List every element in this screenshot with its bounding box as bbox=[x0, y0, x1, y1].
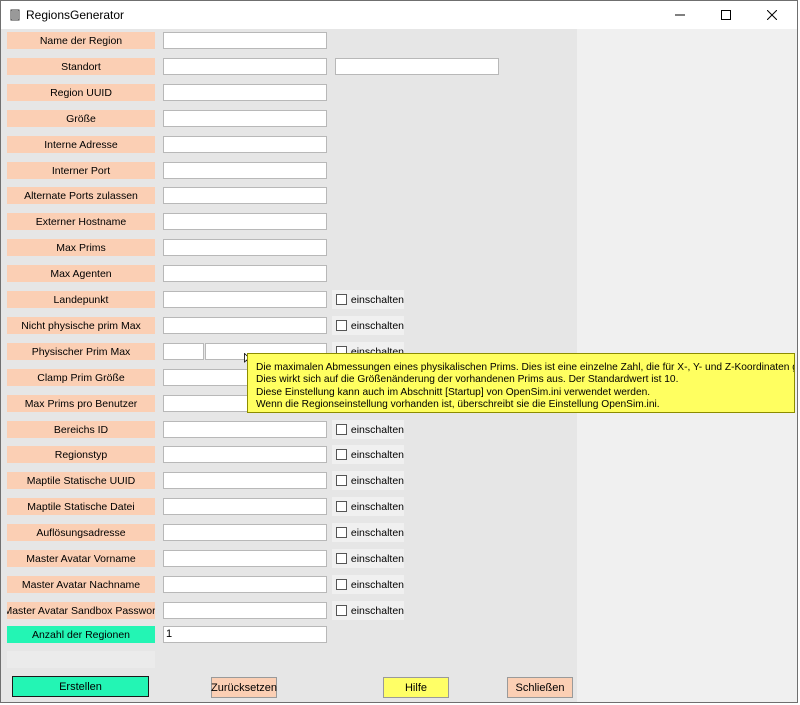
field-input-secondary[interactable] bbox=[335, 58, 499, 75]
checkbox-label: einschalten bbox=[350, 552, 404, 565]
enable-checkbox[interactable]: einschalten bbox=[332, 497, 404, 516]
enable-checkbox[interactable]: einschalten bbox=[332, 420, 404, 439]
field-label: Region UUID bbox=[7, 84, 155, 101]
checkbox-label: einschalten bbox=[350, 423, 404, 436]
field-label: Regionstyp bbox=[7, 446, 155, 463]
region-count-label: Anzahl der Regionen bbox=[7, 626, 155, 643]
field-input[interactable] bbox=[163, 421, 327, 438]
field-label: Maptile Statische Datei bbox=[7, 498, 155, 515]
maximize-button[interactable] bbox=[703, 1, 749, 29]
field-tooltip: Die maximalen Abmessungen eines physikal… bbox=[247, 353, 795, 413]
checkbox-box[interactable] bbox=[336, 449, 347, 460]
reset-button[interactable]: Zurücksetzen bbox=[211, 677, 277, 698]
checkbox-box[interactable] bbox=[336, 553, 347, 564]
field-input[interactable] bbox=[163, 602, 327, 619]
field-input[interactable] bbox=[163, 291, 327, 308]
checkbox-box[interactable] bbox=[336, 294, 347, 305]
checkbox-label: einschalten bbox=[350, 578, 404, 591]
field-input[interactable] bbox=[163, 58, 327, 75]
region-count-input[interactable]: 1 bbox=[163, 626, 327, 643]
enable-checkbox[interactable]: einschalten bbox=[332, 471, 404, 490]
field-label: Max Prims pro Benutzer bbox=[7, 395, 155, 412]
checkbox-box[interactable] bbox=[336, 501, 347, 512]
field-label: Bereichs ID bbox=[7, 421, 155, 438]
maximize-icon bbox=[721, 10, 731, 20]
checkbox-label: einschalten bbox=[350, 293, 404, 306]
window-title: RegionsGenerator bbox=[26, 8, 125, 22]
field-label: Clamp Prim Größe bbox=[7, 369, 155, 386]
close-icon bbox=[767, 10, 777, 20]
field-label: Auflösungsadresse bbox=[7, 524, 155, 541]
minimize-button[interactable] bbox=[657, 1, 703, 29]
tooltip-line: Die maximalen Abmessungen eines physikal… bbox=[256, 362, 795, 373]
field-label: Max Prims bbox=[7, 239, 155, 256]
field-label: Externer Hostname bbox=[7, 213, 155, 230]
field-input[interactable] bbox=[163, 498, 327, 515]
help-button[interactable]: Hilfe bbox=[383, 677, 449, 698]
tooltip-line: Diese Einstellung kann auch im Abschnitt… bbox=[256, 386, 651, 398]
field-label: Alternate Ports zulassen bbox=[7, 187, 155, 204]
enable-checkbox[interactable]: einschalten bbox=[332, 549, 404, 568]
field-input[interactable] bbox=[163, 576, 327, 593]
field-input[interactable] bbox=[163, 32, 327, 49]
enable-checkbox[interactable]: einschalten bbox=[332, 575, 404, 594]
checkbox-label: einschalten bbox=[350, 500, 404, 513]
field-input[interactable] bbox=[163, 213, 327, 230]
field-label: Maptile Statische UUID bbox=[7, 472, 155, 489]
field-input[interactable] bbox=[163, 524, 327, 541]
field-label: Master Avatar Sandbox Passwort bbox=[7, 602, 155, 619]
app-feather-icon bbox=[10, 9, 20, 21]
minimize-icon bbox=[675, 14, 685, 16]
field-input[interactable] bbox=[163, 239, 327, 256]
create-button[interactable]: Erstellen bbox=[12, 676, 149, 697]
checkbox-label: einschalten bbox=[350, 526, 404, 539]
field-input[interactable] bbox=[163, 343, 204, 360]
checkbox-box[interactable] bbox=[336, 527, 347, 538]
tooltip-line: Dies wirkt sich auf die Größenänderung d… bbox=[256, 374, 679, 386]
checkbox-label: einschalten bbox=[350, 604, 404, 617]
field-input[interactable] bbox=[163, 472, 327, 489]
close-window-button[interactable] bbox=[749, 1, 795, 29]
enable-checkbox[interactable]: einschalten bbox=[332, 601, 404, 620]
checkbox-box[interactable] bbox=[336, 320, 347, 331]
field-input[interactable] bbox=[163, 84, 327, 101]
field-input[interactable] bbox=[163, 317, 327, 334]
tooltip-line: Wenn die Regionseinstellung vorhanden is… bbox=[256, 399, 660, 411]
field-label: Landepunkt bbox=[7, 291, 155, 308]
field-label: Physischer Prim Max bbox=[7, 343, 155, 360]
field-label: Interne Adresse bbox=[7, 136, 155, 153]
field-label: Standort bbox=[7, 58, 155, 75]
enable-checkbox[interactable]: einschalten bbox=[332, 290, 404, 309]
checkbox-label: einschalten bbox=[350, 319, 404, 332]
field-input[interactable] bbox=[163, 446, 327, 463]
close-button[interactable]: Schließen bbox=[507, 677, 573, 698]
field-label: Master Avatar Nachname bbox=[7, 576, 155, 593]
checkbox-box[interactable] bbox=[336, 424, 347, 435]
field-label: Master Avatar Vorname bbox=[7, 550, 155, 567]
checkbox-box[interactable] bbox=[336, 605, 347, 616]
field-label: Interner Port bbox=[7, 162, 155, 179]
enable-checkbox[interactable]: einschalten bbox=[332, 523, 404, 542]
checkbox-label: einschalten bbox=[350, 448, 404, 461]
field-input[interactable] bbox=[163, 162, 327, 179]
field-label: Max Agenten bbox=[7, 265, 155, 282]
field-label: Größe bbox=[7, 110, 155, 127]
field-input[interactable] bbox=[163, 550, 327, 567]
field-label: Nicht physische prim Max bbox=[7, 317, 155, 334]
checkbox-box[interactable] bbox=[336, 579, 347, 590]
field-input[interactable] bbox=[163, 265, 327, 282]
checkbox-label: einschalten bbox=[350, 474, 404, 487]
field-input[interactable] bbox=[163, 136, 327, 153]
status-placeholder bbox=[7, 651, 155, 668]
field-input[interactable] bbox=[163, 187, 327, 204]
checkbox-box[interactable] bbox=[336, 475, 347, 486]
app-window: RegionsGenerator Name der Region Standort… bbox=[0, 0, 798, 703]
field-input[interactable] bbox=[163, 110, 327, 127]
title-bar[interactable]: RegionsGenerator bbox=[1, 1, 797, 29]
enable-checkbox[interactable]: einschalten bbox=[332, 445, 404, 464]
field-label: Name der Region bbox=[7, 32, 155, 49]
enable-checkbox[interactable]: einschalten bbox=[332, 316, 404, 335]
